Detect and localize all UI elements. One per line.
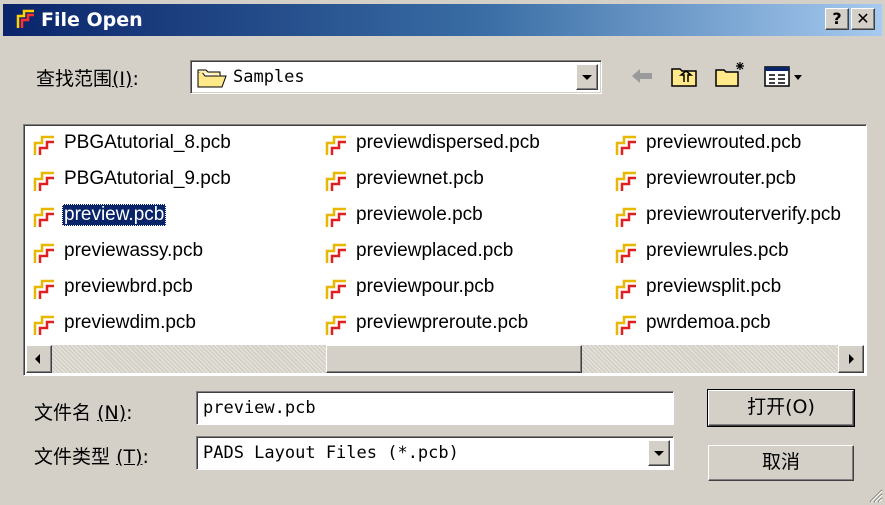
filename-hotkey: (N) xyxy=(97,402,127,424)
pcb-file-icon xyxy=(614,241,640,271)
filetype-select[interactable]: PADS Layout Files (*.pcb) xyxy=(196,436,674,470)
up-folder-icon[interactable] xyxy=(670,64,700,88)
filetype-dropdown-button[interactable] xyxy=(648,440,670,466)
file-name: previewpreroute.pcb xyxy=(356,312,529,333)
pads-app-icon xyxy=(16,9,34,28)
new-folder-icon[interactable] xyxy=(714,60,746,88)
pcb-file-icon xyxy=(614,205,640,235)
pcb-file-icon xyxy=(324,277,350,307)
scroll-thumb[interactable] xyxy=(326,345,582,373)
file-name: previewpour.pcb xyxy=(356,276,495,297)
pcb-file-icon xyxy=(32,133,58,163)
pcb-file-icon xyxy=(614,169,640,199)
file-list[interactable]: PBGAtutorial_8.pcb PBGAtutorial_9.pcb prev… xyxy=(23,124,867,376)
resize-grip-icon[interactable] xyxy=(867,487,883,503)
file-name: previewole.pcb xyxy=(356,204,483,225)
filetype-value: PADS Layout Files (*.pcb) xyxy=(203,443,459,463)
pcb-file-icon xyxy=(324,169,350,199)
file-name: PBGAtutorial_9.pcb xyxy=(64,168,231,189)
pcb-file-icon xyxy=(614,313,640,343)
pcb-file-icon xyxy=(324,241,350,271)
file-name: previewrules.pcb xyxy=(646,240,789,261)
pcb-file-icon xyxy=(32,241,58,271)
lookin-hotkey: (I) xyxy=(112,68,133,90)
lookin-value: Samples xyxy=(233,67,305,87)
pcb-file-icon xyxy=(32,277,58,307)
filetype-hotkey: (T) xyxy=(116,446,143,468)
file-name: previewplaced.pcb xyxy=(356,240,514,261)
pcb-file-icon xyxy=(324,133,350,163)
filetype-label: 文件类型 (T): xyxy=(34,446,149,468)
file-name: previewrouted.pcb xyxy=(646,132,802,153)
file-name: previewbrd.pcb xyxy=(64,276,193,297)
file-name: previewdispersed.pcb xyxy=(356,132,540,153)
view-menu-icon[interactable] xyxy=(764,64,806,88)
pcb-file-icon xyxy=(324,313,350,343)
file-name: previewsplit.pcb xyxy=(646,276,782,297)
filename-input[interactable]: preview.pcb xyxy=(196,391,674,425)
file-name: PBGAtutorial_8.pcb xyxy=(64,132,231,153)
pcb-file-icon xyxy=(324,205,350,235)
pcb-file-icon xyxy=(32,205,58,235)
folder-icon xyxy=(197,69,227,88)
file-name: previewnet.pcb xyxy=(356,168,484,189)
title-bar: File Open ? ✕ xyxy=(3,4,882,36)
file-name: previewassy.pcb xyxy=(64,240,204,261)
pcb-file-icon xyxy=(614,277,640,307)
file-name: preview.pcb xyxy=(62,204,167,226)
file-name: previewrouter.pcb xyxy=(646,168,796,189)
back-arrow-icon[interactable] xyxy=(630,66,656,86)
filename-label: 文件名 (N): xyxy=(34,402,133,424)
close-button[interactable]: ✕ xyxy=(851,8,875,30)
pcb-file-icon xyxy=(32,169,58,199)
window-title: File Open xyxy=(41,9,143,31)
horizontal-scrollbar[interactable] xyxy=(26,345,864,373)
lookin-combobox[interactable]: Samples xyxy=(190,60,602,94)
scroll-right-button[interactable] xyxy=(838,345,864,373)
lookin-dropdown-button[interactable] xyxy=(576,64,598,90)
file-name: pwrdemoa.pcb xyxy=(646,312,771,333)
file-name: previewdim.pcb xyxy=(64,312,196,333)
pcb-file-icon xyxy=(32,313,58,343)
cancel-button[interactable]: 取消 xyxy=(708,445,854,481)
open-button[interactable]: 打开(O) xyxy=(707,389,855,427)
help-button[interactable]: ? xyxy=(825,8,849,30)
file-name: previewrouterverify.pcb xyxy=(646,204,842,225)
scroll-left-button[interactable] xyxy=(26,345,52,373)
pcb-file-icon xyxy=(614,133,640,163)
lookin-label: 查找范围(I): xyxy=(36,68,139,90)
